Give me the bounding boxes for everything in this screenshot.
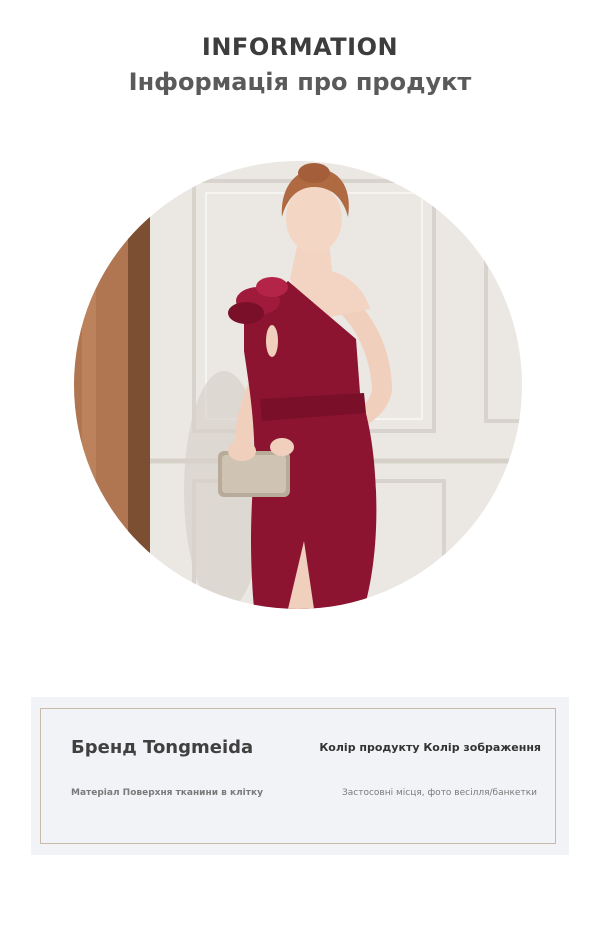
product-photo — [74, 161, 522, 609]
section-title-uk: Інформація про продукт — [128, 68, 472, 96]
section-title-en: INFORMATION — [201, 33, 399, 61]
usage-label: Застосовні місця, фото весілля/банкетки — [342, 788, 537, 798]
product-info-frame: Бренд Tongmeida Колір продукту Колір зоб… — [40, 708, 556, 844]
product-info-panel: Бренд Tongmeida Колір продукту Колір зоб… — [31, 697, 569, 855]
material-label: Матеріал Поверхня тканини в клітку — [71, 788, 263, 798]
color-label: Колір продукту Колір зображення — [319, 741, 541, 754]
brand-label: Бренд Tongmeida — [71, 737, 254, 758]
